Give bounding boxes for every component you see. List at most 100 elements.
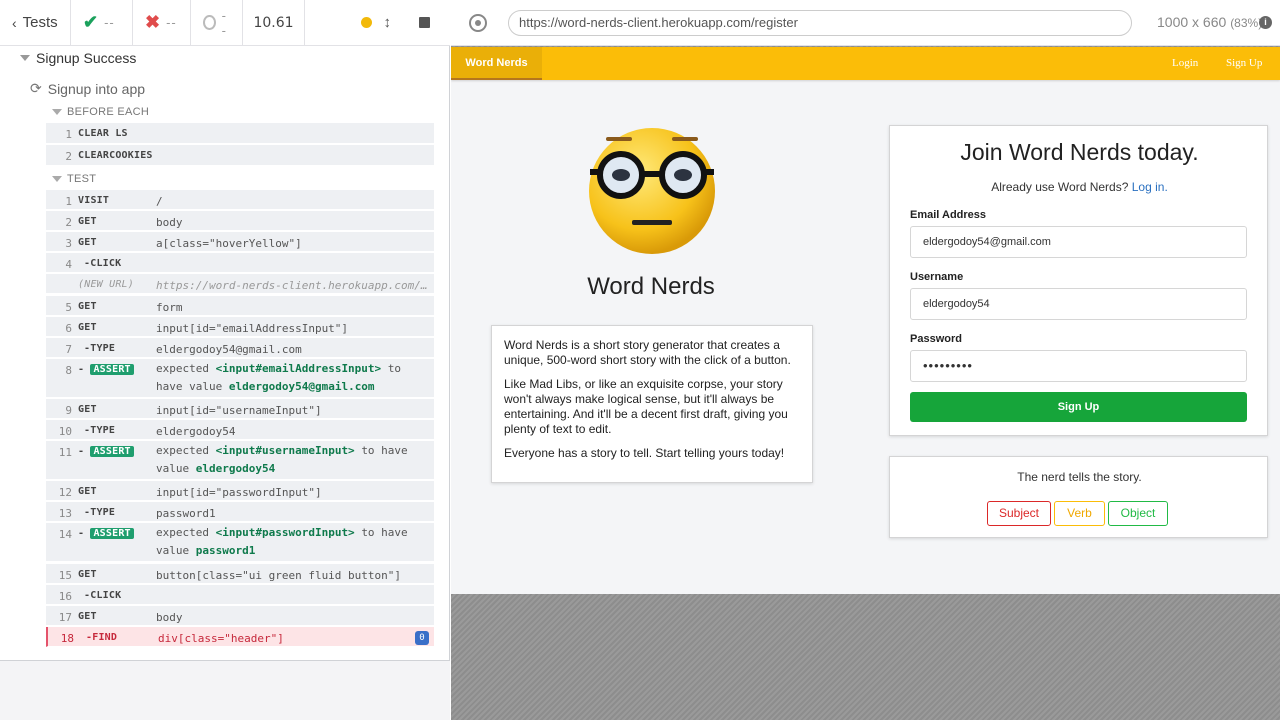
description-paragraph: Word Nerds is a short story generator th… xyxy=(504,338,791,367)
command-message: eldergodoy54 xyxy=(156,425,236,438)
subject-button[interactable]: Subject xyxy=(987,501,1051,526)
duration: 10.61 xyxy=(243,0,305,46)
description-paragraph: Everyone has a story to tell. Start tell… xyxy=(504,446,785,460)
passed-count: ✔ -- xyxy=(71,0,133,46)
viewport-info: 1000 x 660 (83%) xyxy=(1157,14,1263,30)
login-link[interactable]: Log in. xyxy=(1132,180,1168,194)
command-row[interactable]: 14 - ASSERT expected <input#passwordInput>… xyxy=(46,523,434,563)
command-row[interactable]: 13 -TYPE password1 xyxy=(46,502,434,523)
command-number: 1 xyxy=(65,195,72,208)
command-number: 2 xyxy=(65,216,72,230)
command-message: button[class="ui green fluid button"] xyxy=(156,568,402,582)
username-field[interactable]: eldergodoy54 xyxy=(910,288,1247,320)
command-number: 1 xyxy=(65,128,72,141)
description-paragraph: Like Mad Libs, or like an exquisite corp… xyxy=(504,377,788,436)
email-field[interactable]: eldergodoy54@gmail.com xyxy=(910,226,1247,258)
command-message: expected <input#passwordInput> to have v… xyxy=(156,524,426,560)
autoscroll-toggle-icon[interactable]: ↕ xyxy=(384,14,392,31)
command-message: expected <input#usernameInput> to have v… xyxy=(156,442,426,478)
object-button[interactable]: Object xyxy=(1108,501,1168,526)
command-row[interactable]: 5 GET form xyxy=(46,295,434,316)
nav-brand[interactable]: Word Nerds xyxy=(451,47,542,80)
command-number: 9 xyxy=(65,403,72,417)
form-subtitle: Already use Word Nerds? Log in. xyxy=(991,180,1168,194)
command-message: eldergodoy54@gmail.com xyxy=(156,342,302,356)
test-title[interactable]: ⟳ Signup into app xyxy=(30,80,145,97)
chevron-left-icon: ‹ xyxy=(12,14,17,31)
username-label: Username xyxy=(910,271,964,283)
command-row[interactable]: 2 GET body xyxy=(46,211,434,232)
command-number: 3 xyxy=(65,237,72,251)
verb-button[interactable]: Verb xyxy=(1054,501,1105,526)
stop-icon[interactable] xyxy=(419,17,430,28)
command-row[interactable]: 17 GET body xyxy=(46,605,434,626)
assert-badge: ASSERT xyxy=(90,446,134,458)
command-number: 18 xyxy=(60,631,74,645)
command-message: password1 xyxy=(156,507,216,521)
before-each-hook[interactable]: BEFORE EACH xyxy=(52,106,149,118)
command-message: div[class="header"] xyxy=(158,631,284,645)
command-name: GET xyxy=(78,321,97,333)
assert-expected: expected xyxy=(156,526,209,540)
command-name: - ASSERT xyxy=(78,363,134,375)
close-icon: ✖ xyxy=(145,12,161,32)
command-row[interactable]: 1 CLEAR LS xyxy=(46,123,434,144)
email-label: Email Address xyxy=(910,209,987,221)
tests-button[interactable]: ‹ Tests xyxy=(0,0,71,46)
command-row[interactable]: 16 -CLICK xyxy=(46,584,434,605)
tests-label: Tests xyxy=(22,14,58,31)
assert-selector: <input#usernameInput> xyxy=(215,444,355,458)
url-bar: https://word-nerds-client.herokuapp.com/… xyxy=(451,0,1280,46)
assert-badge: ASSERT xyxy=(90,363,134,375)
command-number: 6 xyxy=(65,321,72,335)
command-row[interactable]: 1 VISIT / xyxy=(46,190,434,210)
assert-badge: ASSERT xyxy=(90,528,134,540)
command-name: CLEARCOOKIES xyxy=(78,150,153,161)
app-viewport: Word Nerds Login Sign Up Word Nerds Word… xyxy=(451,47,1280,594)
command-row[interactable]: 11 - ASSERT expected <input#usernameInput>… xyxy=(46,441,434,481)
nav-login-link[interactable]: Login xyxy=(1172,47,1198,80)
suite-title[interactable]: Signup Success xyxy=(20,50,136,66)
command-number: 2 xyxy=(65,150,72,163)
command-number: 4 xyxy=(65,258,72,272)
command-name: GET xyxy=(78,216,97,228)
command-message: / xyxy=(156,195,163,208)
command-message: input[id="usernameInput"] xyxy=(156,403,322,417)
command-number: 8 xyxy=(65,363,72,377)
command-message: input[id="emailAddressInput"] xyxy=(156,321,349,335)
nav-signup-link[interactable]: Sign Up xyxy=(1226,47,1262,80)
password-field[interactable]: ••••••••• xyxy=(910,350,1247,382)
command-number: 11 xyxy=(58,446,72,460)
command-row[interactable]: 7 -TYPE eldergodoy54@gmail.com xyxy=(46,337,434,358)
command-message: form xyxy=(156,300,183,314)
command-row[interactable]: 4 -CLICK xyxy=(46,253,434,274)
command-row[interactable]: 18 -FIND div[class="header"] 0 xyxy=(46,626,434,647)
command-number: 13 xyxy=(58,507,72,521)
password-label: Password xyxy=(910,333,962,345)
signup-button[interactable]: Sign Up xyxy=(910,392,1247,422)
command-name: GET xyxy=(78,568,97,580)
command-row[interactable]: 8 - ASSERT expected <input#emailAddressInp… xyxy=(46,358,434,398)
url-input[interactable]: https://word-nerds-client.herokuapp.com/… xyxy=(508,10,1132,36)
command-row[interactable]: 9 GET input[id="usernameInput"] xyxy=(46,398,434,419)
command-name: CLEAR LS xyxy=(78,128,128,139)
command-message: input[id="passwordInput"] xyxy=(156,486,322,500)
info-icon[interactable]: i xyxy=(1259,16,1272,29)
assert-value: password1 xyxy=(195,544,256,558)
selector-playground-icon[interactable] xyxy=(469,13,487,32)
command-name: GET xyxy=(78,300,97,312)
run-controls: ↕ xyxy=(305,0,450,46)
command-row[interactable]: (NEW URL) https://word-nerds-client.herok… xyxy=(46,274,434,295)
command-row[interactable]: 2 CLEARCOOKIES xyxy=(46,145,434,166)
command-row[interactable]: 3 GET a[class="hoverYellow"] xyxy=(46,232,434,253)
command-name: -CLICK xyxy=(84,258,122,270)
command-number: 7 xyxy=(65,342,72,356)
command-row[interactable]: 12 GET input[id="passwordInput"] xyxy=(46,481,434,502)
command-row[interactable]: 15 GET button[class="ui green fluid button… xyxy=(46,563,434,584)
command-number: 14 xyxy=(58,528,72,542)
test-hook[interactable]: TEST xyxy=(52,173,96,185)
command-row[interactable]: 6 GET input[id="emailAddressInput"] xyxy=(46,316,434,337)
command-name: -TYPE xyxy=(84,507,116,519)
description-card: Word Nerds is a short story generator th… xyxy=(491,325,813,483)
command-row[interactable]: 10 -TYPE eldergodoy54 xyxy=(46,420,434,440)
